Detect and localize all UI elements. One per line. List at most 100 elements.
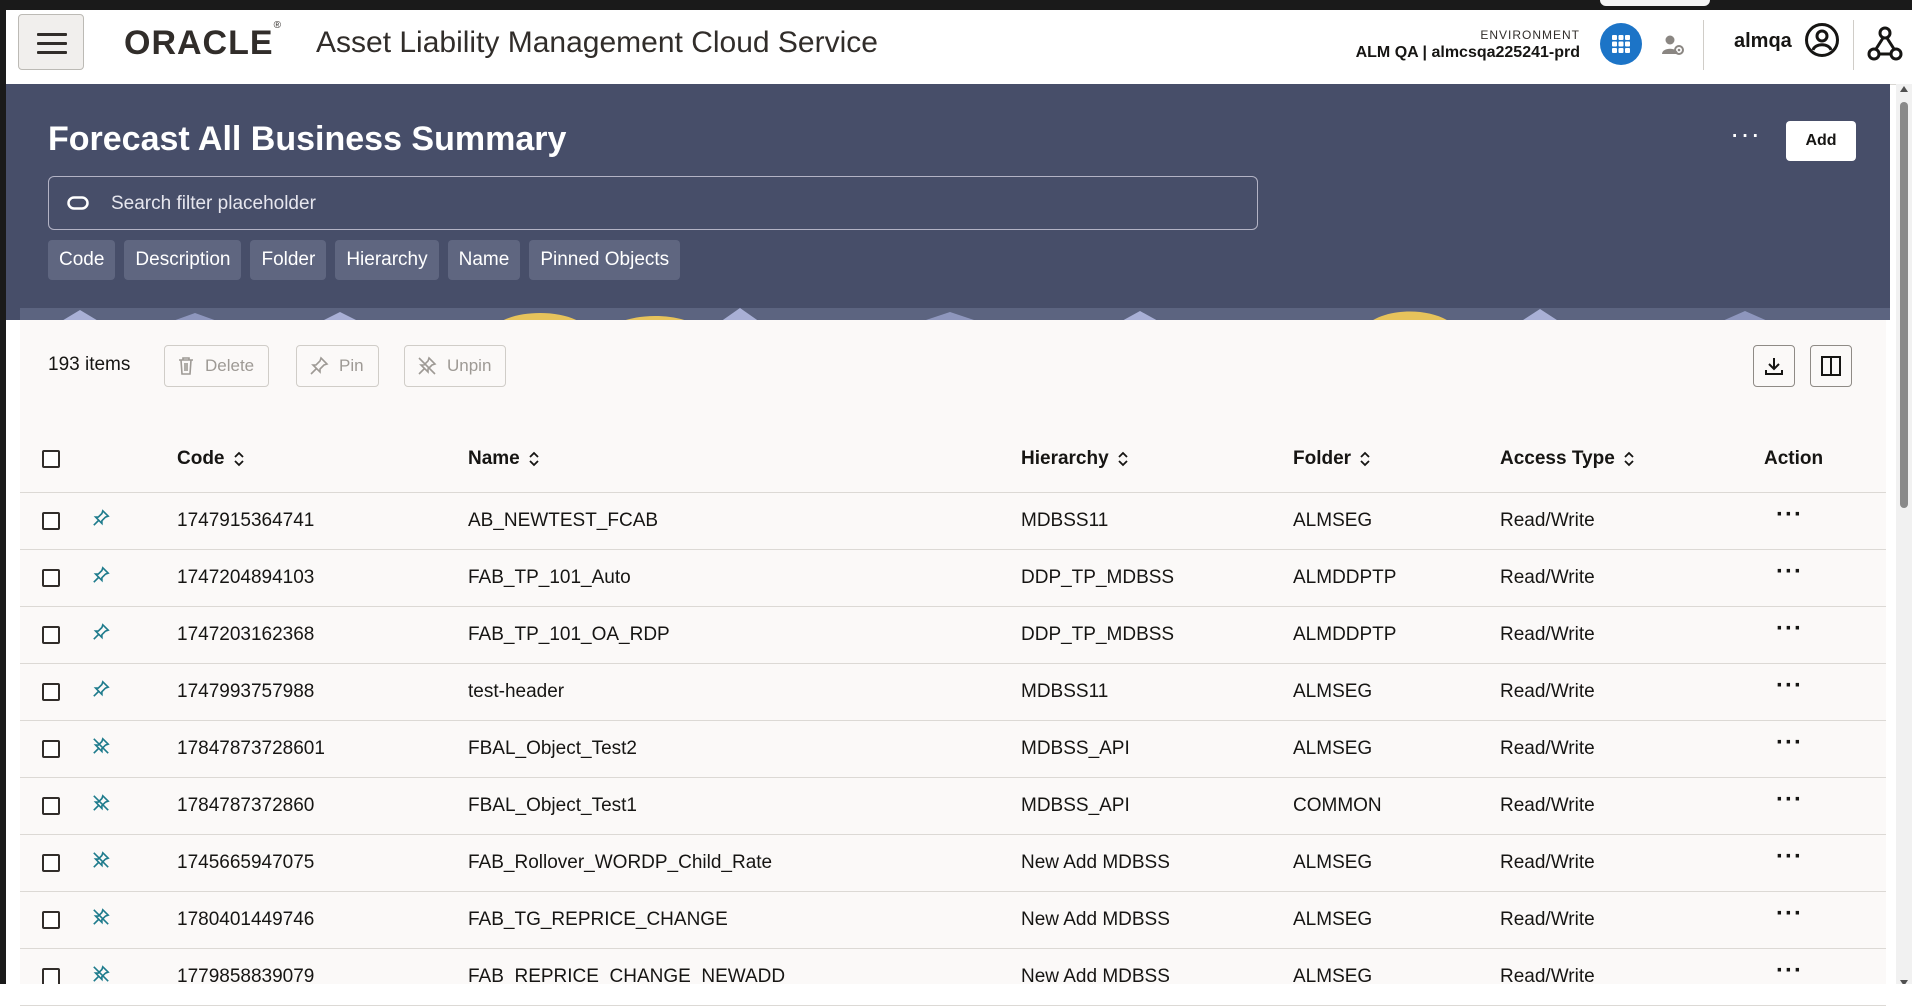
column-settings-button[interactable] — [1810, 345, 1852, 387]
column-header-folder[interactable]: Folder — [1293, 448, 1371, 470]
cell-code: 1747203162368 — [177, 624, 315, 645]
column-header-action: Action — [1764, 448, 1823, 470]
table-row[interactable]: 1780401449746 FAB_TG_REPRICE_CHANGE New … — [20, 892, 1886, 949]
unpin-icon[interactable] — [92, 908, 110, 926]
cell-code: 1780401449746 — [177, 909, 315, 930]
cell-name[interactable]: FAB_TP_101_Auto — [468, 567, 631, 589]
table-row[interactable]: 1747204894103 FAB_TP_101_Auto DDP_TP_MDB… — [20, 550, 1886, 607]
unpin-icon[interactable] — [92, 851, 110, 869]
pin-icon[interactable] — [92, 509, 110, 527]
column-header-label: Action — [1764, 448, 1824, 469]
row-actions-button[interactable]: ··· — [1776, 558, 1803, 586]
pin-button[interactable]: Pin — [296, 345, 379, 387]
summary-table: Code Name Hierarchy Folder Access Type A… — [20, 420, 1886, 1006]
cell-name[interactable]: AB_NEWTEST_FCAB — [468, 510, 658, 532]
apps-grid-button[interactable] — [1600, 23, 1642, 65]
cell-name[interactable]: FAB_TG_REPRICE_CHANGE — [468, 909, 728, 931]
cell-access-type: Read/Write — [1500, 567, 1595, 588]
row-actions-button[interactable]: ··· — [1776, 672, 1803, 700]
table-row[interactable]: 17847873728601 FBAL_Object_Test2 MDBSS_A… — [20, 721, 1886, 778]
row-checkbox[interactable] — [42, 797, 60, 815]
filter-chip-folder[interactable]: Folder — [250, 240, 327, 280]
add-button[interactable]: Add — [1786, 121, 1856, 161]
row-checkbox[interactable] — [42, 512, 60, 530]
unpin-button[interactable]: Unpin — [404, 345, 507, 387]
select-all-checkbox[interactable] — [42, 450, 60, 468]
cell-access-type: Read/Write — [1500, 909, 1595, 930]
cell-code: 17847873728601 — [177, 738, 325, 759]
pin-icon — [310, 356, 329, 375]
row-checkbox[interactable] — [42, 911, 60, 929]
column-header-access-type[interactable]: Access Type — [1500, 448, 1635, 470]
column-header-hierarchy[interactable]: Hierarchy — [1021, 448, 1129, 470]
unpin-icon — [418, 356, 437, 375]
user-avatar-icon[interactable] — [1804, 22, 1840, 58]
cell-access-type: Read/Write — [1500, 852, 1595, 873]
cell-access-type: Read/Write — [1500, 681, 1595, 702]
filter-chip-pinned-objects[interactable]: Pinned Objects — [529, 240, 681, 280]
trash-icon — [179, 357, 193, 375]
cell-name[interactable]: FBAL_Object_Test1 — [468, 795, 637, 817]
column-header-code[interactable]: Code — [177, 448, 245, 470]
pin-icon[interactable] — [92, 623, 110, 641]
window-frame-tab — [1600, 0, 1710, 6]
row-actions-button[interactable]: ··· — [1776, 615, 1803, 643]
search-pill-icon — [67, 196, 89, 210]
filter-chip-code[interactable]: Code — [48, 240, 116, 280]
row-actions-button[interactable]: ··· — [1776, 900, 1803, 928]
row-checkbox[interactable] — [42, 740, 60, 758]
row-actions-button[interactable]: ··· — [1776, 501, 1803, 529]
download-icon — [1765, 358, 1783, 375]
app-header: ORACLE® Asset Liability Management Cloud… — [6, 10, 1912, 85]
sort-icon — [233, 451, 244, 467]
search-input[interactable] — [109, 185, 1243, 223]
table-row[interactable]: 1747915364741 AB_NEWTEST_FCAB MDBSS11 AL… — [20, 493, 1886, 550]
content-panel: 193 items Delete Pin Unpin Code Name Hie… — [20, 320, 1886, 1006]
navigation-menu-button[interactable] — [18, 14, 84, 70]
cell-name[interactable]: test-header — [468, 681, 564, 703]
row-actions-button[interactable]: ··· — [1776, 729, 1803, 757]
cell-folder: ALMSEG — [1293, 909, 1373, 930]
search-filter[interactable] — [48, 176, 1258, 230]
cell-code: 1747915364741 — [177, 510, 315, 531]
more-actions-button[interactable]: ··· — [1730, 118, 1761, 150]
download-button[interactable] — [1753, 345, 1795, 387]
pin-icon[interactable] — [92, 566, 110, 584]
cell-name[interactable]: FAB_Rollover_WORDP_Child_Rate — [468, 852, 772, 874]
table-row[interactable]: 1745665947075 FAB_Rollover_WORDP_Child_R… — [20, 835, 1886, 892]
unpin-icon[interactable] — [92, 794, 110, 812]
row-checkbox[interactable] — [42, 626, 60, 644]
filter-chip-description[interactable]: Description — [124, 240, 242, 280]
row-actions-button[interactable]: ··· — [1776, 786, 1803, 814]
table-row[interactable]: 1747203162368 FAB_TP_101_OA_RDP DDP_TP_M… — [20, 607, 1886, 664]
unpin-icon[interactable] — [92, 737, 110, 755]
scroll-up-arrow-icon[interactable] — [1900, 86, 1908, 92]
cell-access-type: Read/Write — [1500, 795, 1595, 816]
table-row[interactable]: 1784787372860 FBAL_Object_Test1 MDBSS_AP… — [20, 778, 1886, 835]
window-bottom-edge — [0, 984, 1912, 1000]
cell-code: 1784787372860 — [177, 795, 315, 816]
delete-button[interactable]: Delete — [164, 345, 270, 387]
vertical-scrollbar[interactable] — [1896, 84, 1912, 986]
filter-chips: Code Description Folder Hierarchy Name P… — [48, 240, 689, 280]
row-checkbox[interactable] — [42, 683, 60, 701]
column-header-name[interactable]: Name — [468, 448, 540, 470]
scrollbar-thumb[interactable] — [1900, 102, 1908, 508]
item-count: 193 items — [48, 354, 131, 375]
unpin-icon[interactable] — [92, 965, 110, 983]
row-checkbox[interactable] — [42, 854, 60, 872]
cell-access-type: Read/Write — [1500, 624, 1595, 645]
pin-icon[interactable] — [92, 680, 110, 698]
cell-name[interactable]: FAB_TP_101_OA_RDP — [468, 624, 670, 646]
username[interactable]: almqa — [1734, 30, 1792, 53]
organization-hierarchy-icon[interactable] — [1866, 24, 1904, 64]
filter-chip-name[interactable]: Name — [447, 240, 521, 280]
row-actions-button[interactable]: ··· — [1776, 843, 1803, 871]
filter-chip-hierarchy[interactable]: Hierarchy — [335, 240, 439, 280]
user-settings-icon[interactable] — [1660, 32, 1686, 58]
row-checkbox[interactable] — [42, 569, 60, 587]
cell-name[interactable]: FBAL_Object_Test2 — [468, 738, 637, 760]
table-row[interactable]: 1747993757988 test-header MDBSS11 ALMSEG… — [20, 664, 1886, 721]
cell-hierarchy: New Add MDBSS — [1021, 909, 1170, 930]
row-actions-button[interactable]: ··· — [1776, 957, 1803, 985]
